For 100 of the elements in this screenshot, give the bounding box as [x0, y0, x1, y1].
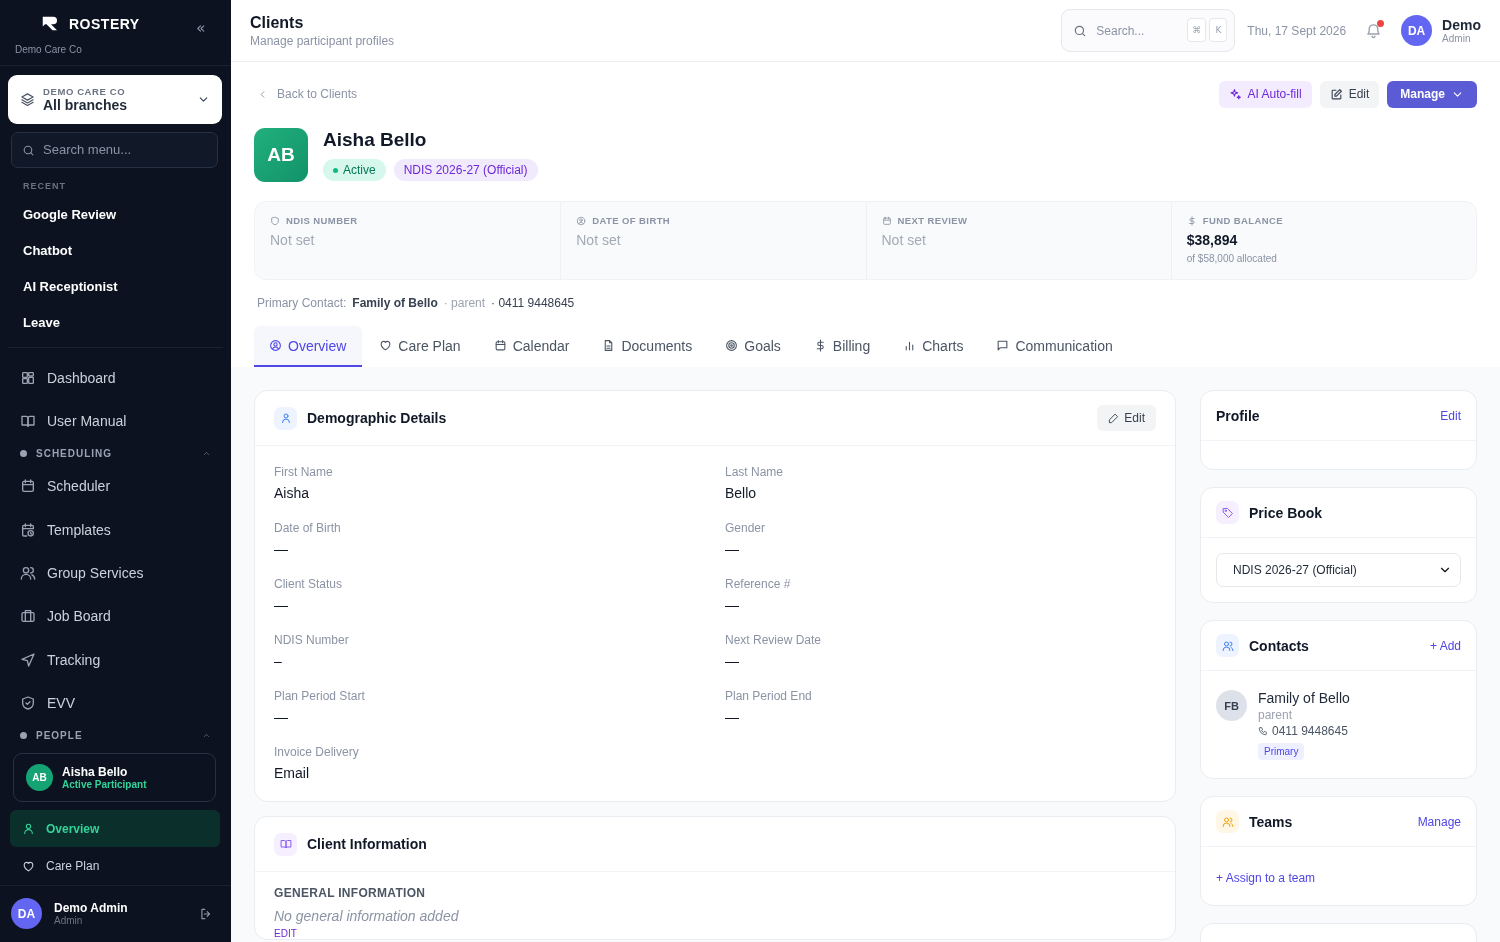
tab[interactable]: Calendar	[478, 326, 586, 367]
field-label: Plan Period Start	[274, 689, 366, 703]
field-value: —	[725, 709, 740, 725]
logout-icon	[199, 906, 213, 921]
field-label: Plan Period End	[725, 689, 813, 703]
field-value: Email	[274, 765, 310, 781]
field-label: First Name	[274, 465, 334, 479]
sparkle-icon	[1228, 87, 1242, 101]
action-button[interactable]: AI Auto-fill	[1218, 80, 1312, 108]
users-icon	[1221, 639, 1234, 652]
heart-icon	[22, 859, 35, 873]
page-subtitle: Manage participant profiles	[250, 33, 395, 48]
edit-link[interactable]: Edit	[1440, 408, 1461, 423]
field-value: —	[725, 653, 740, 669]
tab[interactable]: Care Plan	[364, 326, 477, 367]
field-label: Gender	[725, 521, 767, 535]
recent-item[interactable]: Leave	[0, 305, 231, 341]
recent-item[interactable]: Chatbot	[0, 233, 231, 269]
empty-message: No general information added	[274, 908, 460, 924]
avatar: DA	[11, 898, 42, 930]
logo-icon	[42, 16, 60, 32]
tab[interactable]: Overview	[254, 326, 363, 367]
user-name: Demo	[1442, 17, 1481, 33]
briefcase-icon	[20, 608, 36, 625]
field-label: Invoice Delivery	[274, 745, 360, 759]
stat-value: Not set	[881, 232, 927, 248]
shield-icon	[270, 215, 280, 226]
section-heading: PEOPLE	[36, 730, 83, 742]
recent-item[interactable]: Google Review	[0, 197, 231, 233]
date-text: Thu, 17 Sept 2026	[1247, 23, 1347, 38]
card-title: Teams	[1249, 813, 1293, 830]
contact-relation: · parent	[443, 296, 486, 310]
nav-item[interactable]: Tracking	[0, 638, 231, 682]
section-heading: SCHEDULING	[36, 448, 113, 460]
recent-item[interactable]: AI Receptionist	[0, 269, 231, 305]
user-icon	[22, 822, 35, 836]
action-button[interactable]: Edit	[1319, 80, 1380, 108]
nav-item[interactable]: Templates	[0, 507, 231, 552]
price-book-select[interactable]: NDIS 2026-27 (Official)	[1216, 553, 1461, 587]
client-name: Aisha Bello	[323, 129, 428, 151]
user-name: Demo Admin	[54, 901, 128, 916]
price-book-badge: NDIS 2026-27 (Official)	[393, 159, 538, 181]
contact-name: Family of Bello	[1258, 690, 1350, 706]
avatar[interactable]: DA	[1401, 15, 1433, 46]
field-value: —	[725, 541, 740, 557]
avatar: AB	[254, 128, 308, 182]
section-heading: RECENT	[22, 180, 67, 193]
nav-item[interactable]: EVV	[0, 681, 231, 725]
action-button[interactable]: Manage	[1387, 80, 1477, 108]
manage-link[interactable]: Manage	[1417, 814, 1461, 829]
user-circle-icon	[576, 215, 587, 226]
card-title: Contacts	[1249, 637, 1309, 654]
primary-badge: Primary	[1258, 743, 1305, 760]
field-value: Aisha	[274, 485, 311, 501]
tab[interactable]: Documents	[587, 326, 709, 367]
section-dot	[20, 732, 27, 740]
contact-name: Family of Bello	[352, 296, 438, 310]
shield-check-icon	[20, 695, 36, 712]
edit-button[interactable]: Edit	[1097, 405, 1156, 431]
tab[interactable]: Charts	[888, 326, 980, 367]
stat-value: Not set	[576, 232, 622, 248]
assign-link[interactable]: + Assign to a team	[1216, 871, 1316, 885]
edit-link[interactable]: EDIT	[274, 928, 297, 939]
tab[interactable]: Communication	[981, 326, 1129, 367]
field-label: Client Status	[274, 577, 344, 591]
pencil-icon	[1108, 412, 1120, 424]
tab[interactable]: Goals	[710, 326, 797, 367]
notifications-button[interactable]	[1365, 22, 1383, 39]
tab[interactable]: Billing	[798, 326, 887, 367]
branch-picker[interactable]: DEMO CARE CO All branches	[8, 74, 222, 124]
nav-item[interactable]: User Manual	[0, 399, 231, 443]
tag-icon	[1221, 506, 1234, 519]
nav-item[interactable]: Dashboard	[0, 356, 231, 400]
edit-icon	[1329, 87, 1343, 101]
nav-item[interactable]: Group Services	[0, 551, 231, 595]
nav-item[interactable]: Scheduler	[0, 464, 231, 508]
client-card[interactable]: AB Aisha Bello Active Participant	[13, 752, 216, 802]
field-label: NDIS Number	[274, 633, 350, 647]
stat-label: NEXT REVIEW	[897, 215, 968, 226]
nav-item[interactable]: Overview	[10, 809, 220, 848]
user-icon	[279, 412, 292, 424]
calendar-icon	[20, 478, 36, 495]
target-icon	[725, 339, 739, 352]
contact-phone: · 0411 9448645	[491, 296, 575, 310]
avatar: FB	[1216, 690, 1247, 721]
nav-item[interactable]: Care Plan	[10, 847, 220, 885]
calendar-clock-icon	[20, 521, 36, 538]
stat-note: of $58,000 allocated	[1186, 253, 1278, 264]
user-role: Admin	[54, 915, 84, 927]
logout-button[interactable]	[199, 906, 213, 921]
section-heading: GENERAL INFORMATION	[274, 886, 427, 900]
layers-icon	[20, 91, 35, 107]
add-link[interactable]: + Add	[1429, 638, 1461, 653]
card-title: Profile	[1216, 407, 1260, 424]
search-field[interactable]: Search menu...	[11, 132, 218, 168]
calendar-icon	[493, 339, 507, 352]
nav-item[interactable]: Job Board	[0, 594, 231, 639]
field-label: Next Review Date	[725, 633, 823, 647]
user-role: Admin	[1442, 33, 1472, 44]
brand-name: ROSTERY	[69, 15, 140, 32]
